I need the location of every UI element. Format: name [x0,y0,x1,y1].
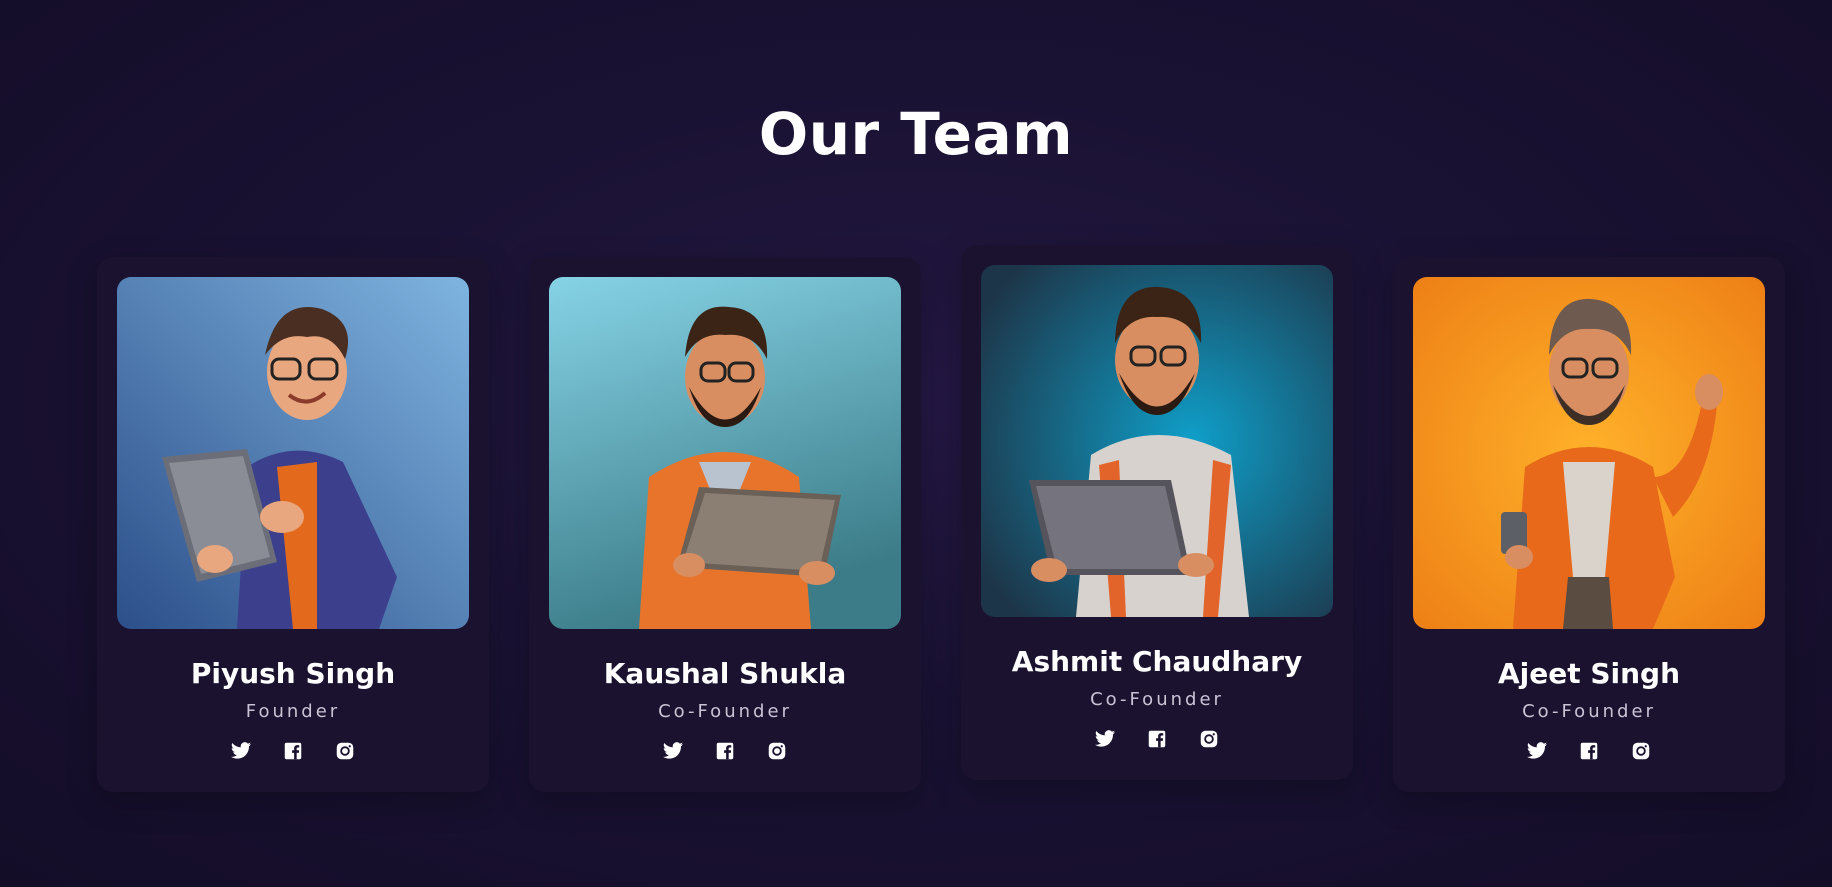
twitter-icon[interactable] [1526,740,1548,762]
facebook-icon[interactable] [282,740,304,762]
member-role: Co-Founder [1522,701,1656,722]
instagram-icon[interactable] [766,740,788,762]
member-photo [549,277,901,629]
member-role: Co-Founder [1090,689,1224,710]
instagram-icon[interactable] [1198,728,1220,750]
member-name: Piyush Singh [190,657,396,690]
member-role: Founder [245,701,341,722]
member-name: Ashmit Chaudhary [1011,645,1303,678]
facebook-icon[interactable] [714,740,736,762]
social-links [1393,740,1785,762]
twitter-icon[interactable] [1094,728,1116,750]
twitter-icon[interactable] [662,740,684,762]
member-name: Kaushal Shukla [603,657,847,690]
member-photo [117,277,469,629]
team-card: Ashmit Chaudhary Co-Founder [961,245,1353,780]
section-title: Our Team [758,100,1074,168]
facebook-icon[interactable] [1146,728,1168,750]
facebook-icon[interactable] [1578,740,1600,762]
instagram-icon[interactable] [1630,740,1652,762]
member-role: Co-Founder [658,701,792,722]
social-links [97,740,489,762]
instagram-icon[interactable] [334,740,356,762]
member-photo [1413,277,1765,629]
team-card: Piyush Singh Founder [97,257,489,792]
twitter-icon[interactable] [230,740,252,762]
member-photo [981,265,1333,617]
team-card: Kaushal Shukla Co-Founder [529,257,921,792]
social-links [529,740,921,762]
member-name: Ajeet Singh [1497,657,1681,690]
team-card: Ajeet Singh Co-Founder [1393,257,1785,792]
social-links [961,728,1353,750]
